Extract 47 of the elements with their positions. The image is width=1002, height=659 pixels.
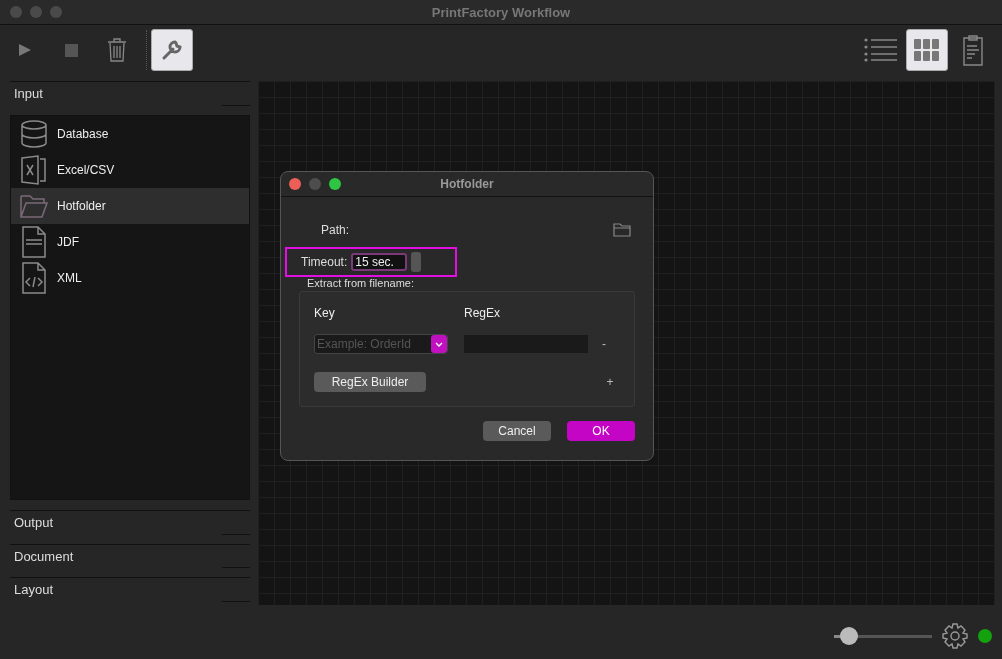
window-control[interactable] <box>50 6 62 18</box>
timeout-label: Timeout: <box>301 255 348 269</box>
list-item[interactable]: Hotfolder <box>11 187 249 224</box>
path-label: Path: <box>321 223 350 237</box>
list-item[interactable]: XML <box>11 259 249 296</box>
column-header: Key <box>314 306 336 320</box>
add-button[interactable]: + <box>600 375 620 389</box>
trash-icon <box>107 38 127 62</box>
play-icon <box>18 43 32 57</box>
window-title: PrintFactory Workflow <box>431 4 571 20</box>
list-item[interactable]: JDF <box>11 223 249 260</box>
dialog-title: Hotfolder <box>440 177 494 191</box>
timeout-field[interactable]: 15 sec. <box>351 253 408 271</box>
window-control[interactable] <box>10 6 22 18</box>
folder-icon[interactable] <box>613 223 631 237</box>
folder-icon <box>20 193 48 218</box>
caret-icon <box>435 341 443 347</box>
key-combobox[interactable]: Example: OrderId <box>314 334 448 354</box>
list-icon <box>864 38 898 62</box>
settings-icon[interactable] <box>942 623 968 649</box>
section-header[interactable]: Output <box>10 510 250 534</box>
wrench-icon <box>161 39 183 61</box>
zoom-button[interactable] <box>329 178 341 190</box>
grid-button[interactable] <box>906 29 948 71</box>
stepper[interactable] <box>411 252 422 272</box>
regex-builder-button[interactable]: RegEx Builder <box>314 372 426 392</box>
slider-thumb[interactable] <box>839 627 858 645</box>
section-header[interactable]: Document <box>10 543 250 568</box>
close-button[interactable] <box>289 178 301 190</box>
grid-icon <box>914 39 940 61</box>
wrench-button[interactable] <box>151 29 193 71</box>
list-item[interactable]: Excel/CSV <box>11 151 249 188</box>
extract-label: Extract from filename: <box>307 277 415 289</box>
code-file-icon <box>22 261 46 294</box>
stop-icon <box>64 43 78 57</box>
remove-button[interactable]: - <box>588 337 620 351</box>
minimize-button[interactable] <box>309 178 321 190</box>
list-item[interactable]: Database <box>11 115 249 152</box>
section-header[interactable]: Layout <box>10 577 250 601</box>
column-header: RegEx <box>464 306 502 320</box>
clipboard-icon <box>962 34 984 66</box>
ok-button[interactable]: OK <box>567 421 635 441</box>
spreadsheet-file-icon <box>21 154 47 185</box>
cancel-button[interactable]: Cancel <box>483 421 551 441</box>
section-header[interactable]: Input <box>10 81 250 105</box>
window-control[interactable] <box>30 6 42 18</box>
database-icon <box>21 119 47 148</box>
